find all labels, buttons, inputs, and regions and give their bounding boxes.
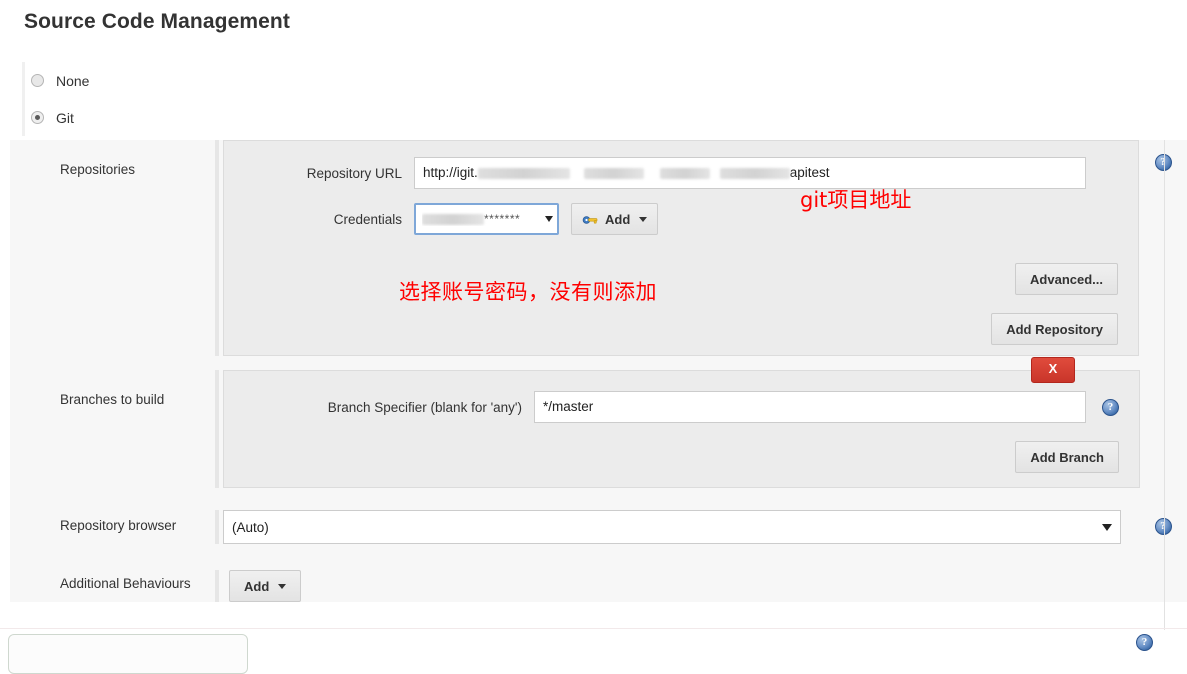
help-icon[interactable]: ? (1154, 518, 1172, 535)
repository-browser-value: (Auto) (232, 519, 269, 535)
annotation-credentials: 选择账号密码，没有则添加 (399, 280, 657, 304)
bottom-partial-panel (8, 634, 248, 674)
bottom-divider (0, 628, 1187, 629)
repository-browser-select[interactable]: (Auto) (223, 510, 1121, 544)
repository-url-value-suffix: apitest (789, 165, 830, 180)
branches-body: X Branch Specifier (blank for 'any') */m… (215, 357, 1140, 488)
add-credentials-button[interactable]: Add (571, 203, 659, 235)
scm-option-git-label: Git (56, 109, 74, 126)
repository-browser-help-cell: ? (1139, 510, 1187, 535)
branches-label: Branches to build (10, 370, 215, 407)
add-behaviour-label: Add (244, 578, 270, 594)
additional-behaviours-label: Additional Behaviours (10, 570, 215, 591)
key-icon (582, 216, 598, 224)
delete-branch-button[interactable]: X (1031, 357, 1075, 383)
repository-url-value-prefix: http://igit. (423, 165, 478, 180)
additional-behaviours-body: Add (215, 570, 1139, 602)
redacted-url-part-4 (719, 167, 790, 179)
row-repository-browser: Repository browser (Auto) ? (10, 510, 1187, 544)
repositories-label: Repositories (10, 140, 215, 177)
redacted-url-part-1 (477, 167, 570, 179)
chevron-down-icon[interactable] (1102, 523, 1112, 531)
advanced-button[interactable]: Advanced... (1015, 263, 1118, 295)
scm-option-none-label: None (56, 72, 90, 89)
scm-option-git[interactable]: Git (25, 99, 1175, 136)
row-branches: Branches to build X Branch Specifier (bl… (10, 357, 1187, 488)
caret-down-icon (639, 216, 648, 222)
repository-panel: Repository URL http://igit. apitest Crede… (223, 140, 1139, 356)
repository-browser-body: (Auto) (215, 510, 1139, 544)
row-repositories: Repositories Repository URL http://igit.… (10, 140, 1187, 356)
credentials-label: Credentials (333, 211, 402, 227)
radio-git-icon[interactable] (31, 111, 44, 124)
help-icon[interactable]: ? (1102, 398, 1119, 416)
repository-url-label: Repository URL (306, 165, 402, 181)
right-rail-divider (1164, 140, 1165, 630)
branch-specifier-label: Branch Specifier (blank for 'any') (327, 399, 522, 415)
credentials-value: ******* (422, 212, 541, 226)
credentials-select[interactable]: ******* (414, 203, 559, 235)
repository-browser-label: Repository browser (10, 510, 215, 533)
annotation-repository-url: git项目地址 (800, 188, 912, 212)
scm-option-none[interactable]: None (25, 62, 1175, 99)
add-branch-button[interactable]: Add Branch (1015, 441, 1119, 473)
credentials-row: Credentials ******* Add (244, 203, 1118, 235)
branch-specifier-input[interactable]: */master (534, 391, 1086, 423)
add-credentials-label: Add (605, 211, 631, 227)
repository-url-row: Repository URL http://igit. apitest (244, 157, 1118, 189)
help-icon[interactable]: ? (1154, 154, 1172, 171)
repositories-body: Repository URL http://igit. apitest Crede… (215, 140, 1139, 356)
additional-behaviours-help-cell (1139, 570, 1187, 584)
repositories-help-cell: ? (1139, 140, 1187, 171)
radio-none-icon[interactable] (31, 74, 44, 87)
git-config-form: Repositories Repository URL http://igit.… (10, 140, 1187, 602)
redacted-url-part-2 (583, 167, 644, 179)
branch-specifier-row: Branch Specifier (blank for 'any') */mas… (244, 391, 1119, 423)
redacted-url-part-3 (659, 167, 710, 179)
branch-panel: X Branch Specifier (blank for 'any') */m… (223, 357, 1140, 488)
scm-radio-group: None Git (22, 62, 1175, 136)
repository-url-input[interactable]: http://igit. apitest (414, 157, 1086, 189)
help-icon[interactable]: ? (1136, 634, 1153, 651)
row-additional-behaviours: Additional Behaviours Add (10, 570, 1187, 602)
chevron-down-icon[interactable] (545, 216, 553, 222)
caret-down-icon (278, 583, 287, 589)
add-repository-button[interactable]: Add Repository (991, 313, 1118, 345)
add-behaviour-button[interactable]: Add (229, 570, 302, 602)
page-title: Source Code Management (24, 10, 290, 33)
